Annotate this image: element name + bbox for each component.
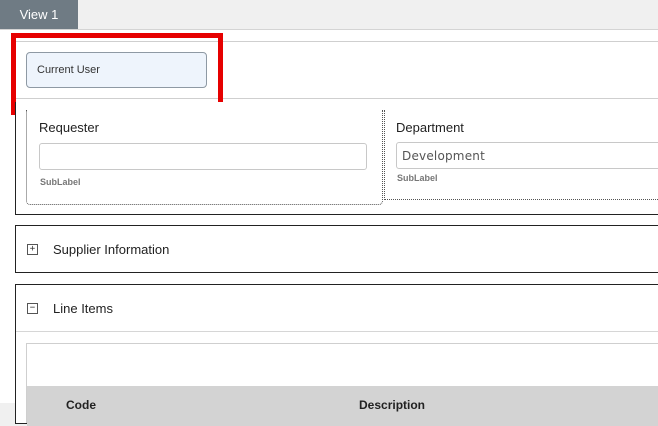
requester-input[interactable] <box>39 143 367 170</box>
supplier-panel-header[interactable]: + Supplier Information <box>16 226 658 273</box>
column-header-code[interactable]: Code <box>66 398 96 412</box>
line-items-panel-header[interactable]: − Line Items <box>16 285 658 332</box>
department-label: Department <box>396 120 464 135</box>
line-items-divider <box>16 331 658 332</box>
expand-plus-icon[interactable]: + <box>27 244 38 255</box>
department-input[interactable]: Development <box>396 142 658 169</box>
line-items-panel: − Line Items Code Description <box>15 284 658 426</box>
current-user-button[interactable]: Current User <box>26 52 207 88</box>
requester-sublabel: SubLabel <box>40 177 81 187</box>
supplier-panel-title: Supplier Information <box>53 242 170 257</box>
requester-label: Requester <box>39 120 99 135</box>
column-header-description[interactable]: Description <box>359 398 425 412</box>
department-sublabel: SubLabel <box>397 173 438 183</box>
grid-header-row: Code Description <box>27 386 658 426</box>
tab-view-1[interactable]: View 1 <box>0 0 78 29</box>
line-items-grid: Code Description <box>26 343 658 426</box>
line-items-panel-title: Line Items <box>53 301 113 316</box>
supplier-information-panel: + Supplier Information <box>15 225 658 273</box>
tab-strip: View 1 <box>0 0 658 30</box>
collapse-minus-icon[interactable]: − <box>27 303 38 314</box>
